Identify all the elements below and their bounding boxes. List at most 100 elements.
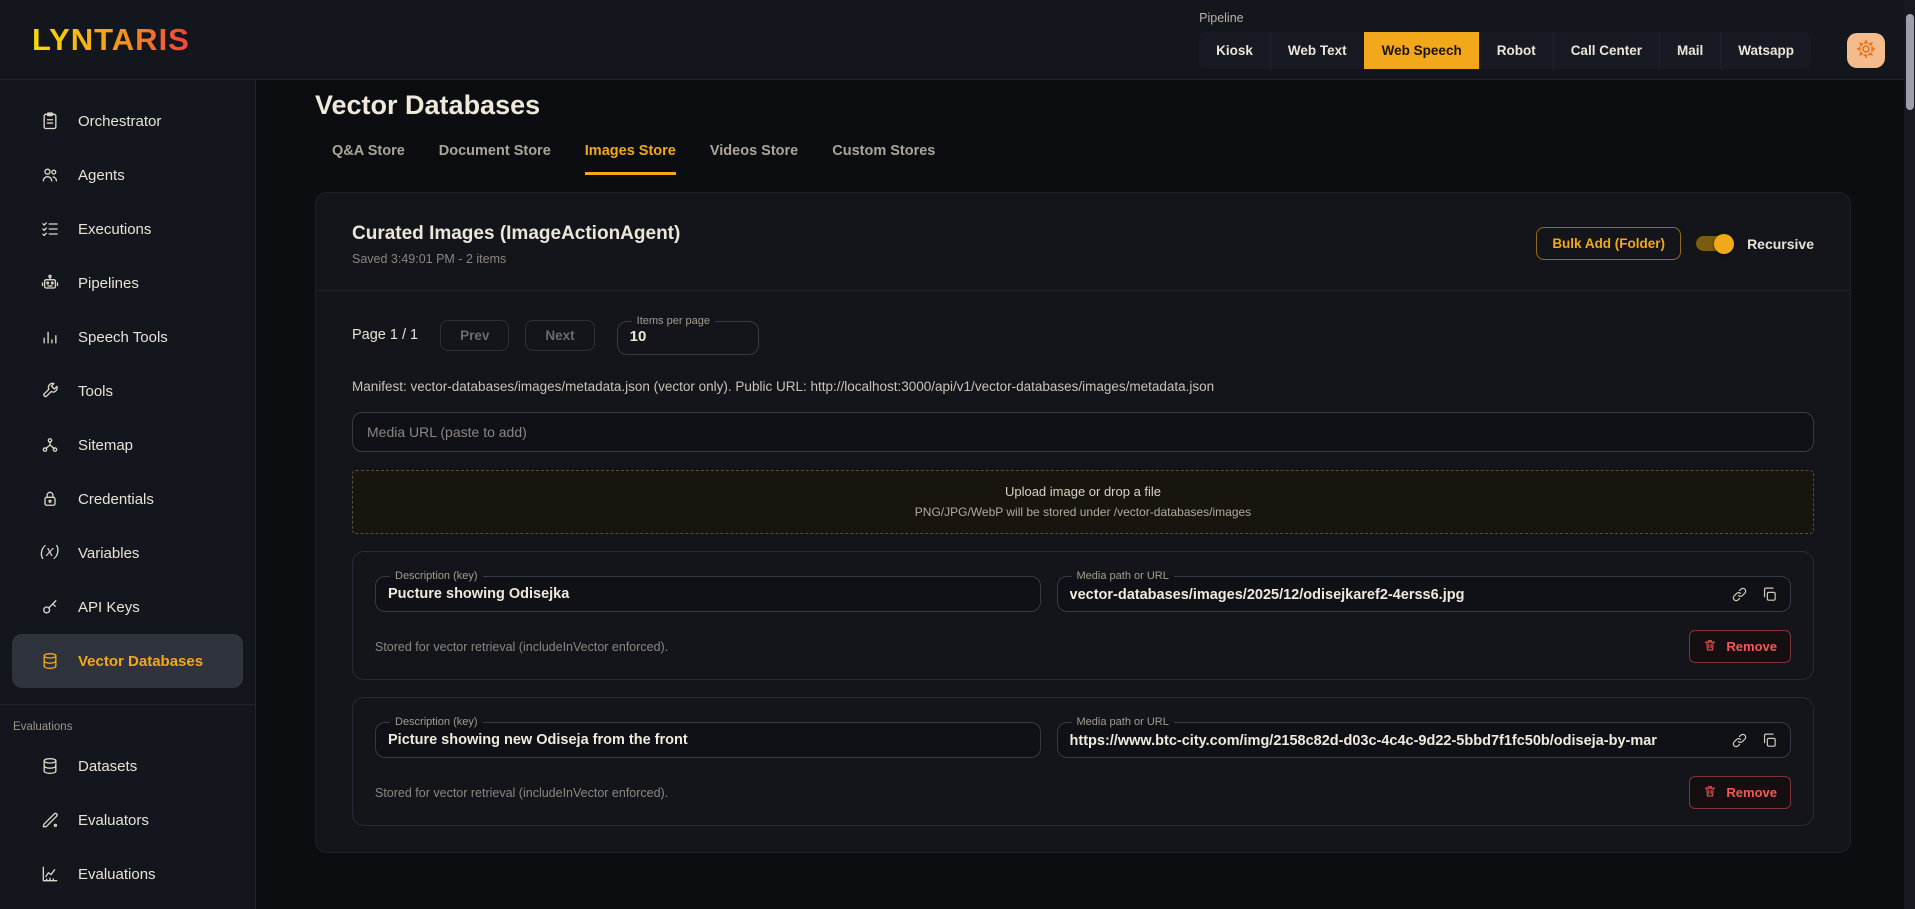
media-path-field-label: Media path or URL <box>1072 716 1174 728</box>
pipeline-tab-robot[interactable]: Robot <box>1479 32 1553 69</box>
panel-title: Curated Images (ImageActionAgent) <box>352 223 680 245</box>
database-icon <box>40 756 60 776</box>
topbar-right: Pipeline Kiosk Web Text Web Speech Robot… <box>1199 11 1885 69</box>
pipeline-tab-mail[interactable]: Mail <box>1659 32 1720 69</box>
items-per-page-input[interactable] <box>630 328 746 345</box>
sidebar-item-label: Vector Databases <box>78 653 203 670</box>
sidebar-item-executions[interactable]: Executions <box>12 202 243 256</box>
tab-qa-store[interactable]: Q&A Store <box>332 143 405 175</box>
media-path-field[interactable]: Media path or URL vector-databases/image… <box>1057 570 1791 612</box>
sidebar-item-sitemap[interactable]: Sitemap <box>12 418 243 472</box>
description-value: Pucture showing Odisejka <box>388 583 1028 602</box>
pen-icon <box>40 810 60 830</box>
item-fields: Description (key) Pucture showing Odisej… <box>375 570 1791 612</box>
sidebar-item-api-keys[interactable]: API Keys <box>12 580 243 634</box>
remove-item-button[interactable]: Remove <box>1689 630 1791 663</box>
page-scrollbar[interactable] <box>1904 0 1915 909</box>
bulk-add-folder-button[interactable]: Bulk Add (Folder) <box>1536 227 1681 260</box>
sidebar-item-label: Agents <box>78 167 125 184</box>
pagination-bar: Page 1 / 1 Prev Next Items per page <box>352 315 1814 355</box>
pipeline-tab-group: Kiosk Web Text Web Speech Robot Call Cen… <box>1199 32 1811 69</box>
description-field[interactable]: Description (key) Picture showing new Od… <box>375 716 1041 758</box>
item-footer: Stored for vector retrieval (includeInVe… <box>375 630 1791 663</box>
wrench-icon <box>40 381 60 401</box>
next-page-button[interactable]: Next <box>525 320 594 351</box>
manifest-text: Manifest: vector-databases/images/metada… <box>352 379 1814 394</box>
chart-icon <box>40 864 60 884</box>
open-link-icon[interactable] <box>1731 732 1748 749</box>
store-tab-bar: Q&A Store Document Store Images Store Vi… <box>332 143 1851 175</box>
trash-icon <box>1703 638 1717 655</box>
sidebar-item-credentials[interactable]: Credentials <box>12 472 243 526</box>
media-row: vector-databases/images/2025/12/odisejka… <box>1070 583 1778 603</box>
panel-header-actions: Bulk Add (Folder) Recursive <box>1536 227 1814 260</box>
page-indicator: Page 1 / 1 <box>352 327 418 343</box>
pipeline-tab-web-text[interactable]: Web Text <box>1270 32 1364 69</box>
description-field-label: Description (key) <box>390 570 483 582</box>
description-field[interactable]: Description (key) Pucture showing Odisej… <box>375 570 1041 612</box>
sidebar-item-label: Credentials <box>78 491 154 508</box>
sidebar-item-label: Speech Tools <box>78 329 168 346</box>
tab-custom-stores[interactable]: Custom Stores <box>832 143 935 175</box>
dropzone-title: Upload image or drop a file <box>363 484 1803 499</box>
item-fields: Description (key) Picture showing new Od… <box>375 716 1791 758</box>
panel-header-text: Curated Images (ImageActionAgent) Saved … <box>352 223 680 266</box>
clipboard-icon <box>40 111 60 131</box>
sidebar-item-speech-tools[interactable]: Speech Tools <box>12 310 243 364</box>
sidebar-item-orchestrator[interactable]: Orchestrator <box>12 94 243 148</box>
upload-dropzone[interactable]: Upload image or drop a file PNG/JPG/WebP… <box>352 470 1814 534</box>
remove-button-label: Remove <box>1726 639 1777 654</box>
sidebar-item-tools[interactable]: Tools <box>12 364 243 418</box>
media-url-input[interactable] <box>352 412 1814 452</box>
stored-note: Stored for vector retrieval (includeInVe… <box>375 786 668 800</box>
sidebar: Orchestrator Agents Executions Pipelines <box>0 80 256 909</box>
copy-icon[interactable] <box>1761 732 1778 749</box>
database-icon <box>40 651 60 671</box>
prev-page-button[interactable]: Prev <box>440 320 509 351</box>
trash-icon <box>1703 784 1717 801</box>
checklist-icon <box>40 219 60 239</box>
settings-button[interactable] <box>1847 33 1885 68</box>
recursive-label: Recursive <box>1747 236 1814 252</box>
tab-images-store[interactable]: Images Store <box>585 143 676 175</box>
open-link-icon[interactable] <box>1731 586 1748 603</box>
robot-icon <box>40 273 60 293</box>
remove-item-button[interactable]: Remove <box>1689 776 1791 809</box>
users-icon <box>40 165 60 185</box>
sidebar-item-datasets[interactable]: Datasets <box>12 739 243 793</box>
media-path-field[interactable]: Media path or URL https://www.btc-city.c… <box>1057 716 1791 758</box>
sidebar-item-label: Datasets <box>78 758 137 775</box>
sidebar-section-label: Evaluations <box>0 705 255 739</box>
tab-document-store[interactable]: Document Store <box>439 143 551 175</box>
pipeline-tab-web-speech[interactable]: Web Speech <box>1364 32 1479 69</box>
image-item-card: Description (key) Pucture showing Odisej… <box>352 551 1814 680</box>
sidebar-item-label: Executions <box>78 221 151 238</box>
sidebar-item-label: Evaluations <box>78 866 156 883</box>
sidebar-item-agents[interactable]: Agents <box>12 148 243 202</box>
page-title: Vector Databases <box>315 90 1851 121</box>
lock-icon <box>40 489 60 509</box>
pipeline-tab-call-center[interactable]: Call Center <box>1553 32 1659 69</box>
dropzone-hint: PNG/JPG/WebP will be stored under /vecto… <box>363 505 1803 519</box>
key-icon <box>40 597 60 617</box>
sidebar-item-variables[interactable]: (x) Variables <box>12 526 243 580</box>
remove-button-label: Remove <box>1726 785 1777 800</box>
sidebar-item-pipelines[interactable]: Pipelines <box>12 256 243 310</box>
scrollbar-thumb[interactable] <box>1906 14 1914 110</box>
sidebar-item-vector-databases[interactable]: Vector Databases <box>12 634 243 688</box>
media-row: https://www.btc-city.com/img/2158c82d-d0… <box>1070 729 1778 749</box>
sidebar-item-evaluators[interactable]: Evaluators <box>12 793 243 847</box>
pipeline-label: Pipeline <box>1199 11 1243 25</box>
gear-icon <box>1855 38 1877 63</box>
recursive-toggle[interactable] <box>1696 236 1732 251</box>
app-logo: LYNTARIS <box>32 22 190 58</box>
sidebar-item-label: Evaluators <box>78 812 149 829</box>
pipeline-tab-kiosk[interactable]: Kiosk <box>1199 32 1270 69</box>
app-root: LYNTARIS Pipeline Kiosk Web Text Web Spe… <box>0 0 1915 909</box>
copy-icon[interactable] <box>1761 586 1778 603</box>
item-footer: Stored for vector retrieval (includeInVe… <box>375 776 1791 809</box>
tab-videos-store[interactable]: Videos Store <box>710 143 798 175</box>
items-per-page-label: Items per page <box>632 315 715 327</box>
pipeline-tab-watsapp[interactable]: Watsapp <box>1720 32 1811 69</box>
sidebar-item-evaluations[interactable]: Evaluations <box>12 847 243 901</box>
